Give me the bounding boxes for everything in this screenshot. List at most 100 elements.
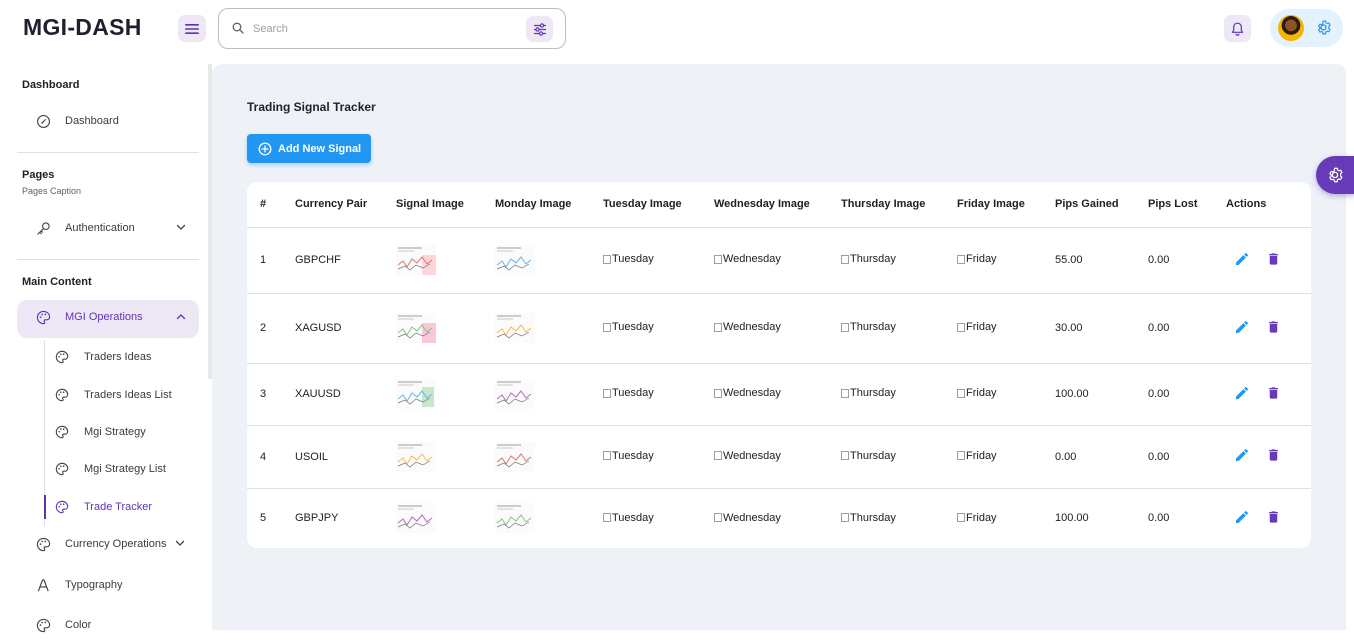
sidebar-item-mgi-operations[interactable]: MGI Operations — [17, 300, 199, 338]
search-filter-button[interactable] — [526, 16, 553, 42]
sidebar-item-typography[interactable]: Typography — [17, 568, 199, 604]
wednesday-image[interactable]: Wednesday — [714, 387, 781, 399]
notifications-button[interactable] — [1224, 15, 1251, 42]
edit-button[interactable] — [1234, 385, 1250, 401]
signal-image-thumbnail[interactable] — [396, 379, 436, 409]
palette-icon — [55, 350, 69, 364]
broken-image-icon — [603, 451, 611, 461]
tuesday-image[interactable]: Tuesday — [603, 387, 654, 399]
image-alt-text: Thursday — [850, 511, 896, 524]
delete-button[interactable] — [1266, 319, 1281, 335]
signal-image-thumbnail[interactable] — [396, 313, 436, 343]
image-alt-text: Wednesday — [723, 449, 781, 462]
monday-image-cell — [495, 293, 603, 364]
column-header: Wednesday Image — [714, 182, 841, 228]
delete-button[interactable] — [1266, 251, 1281, 267]
actions-cell — [1226, 363, 1311, 426]
friday-image[interactable]: Friday — [957, 512, 997, 524]
tuesday-image[interactable]: Tuesday — [603, 321, 654, 333]
edit-button[interactable] — [1234, 319, 1250, 335]
brand-logo[interactable]: MGI-DASH — [23, 14, 142, 41]
sidebar-item-label: Mgi Strategy — [84, 426, 146, 438]
sidebar-item-mgi-strategy[interactable]: Mgi Strategy — [45, 416, 199, 448]
column-header: Monday Image — [495, 182, 603, 228]
wednesday-image[interactable]: Wednesday — [714, 512, 781, 524]
monday-image-thumbnail[interactable] — [495, 503, 535, 534]
tuesday-image[interactable]: Tuesday — [603, 450, 654, 462]
profile-menu-button[interactable] — [1270, 9, 1343, 47]
friday-image-cell: Friday — [957, 227, 1055, 294]
sidebar-item-dashboard[interactable]: Dashboard — [17, 104, 199, 140]
monday-image-thumbnail[interactable] — [495, 441, 535, 472]
sidebar-item-traders-ideas[interactable]: Traders Ideas — [45, 341, 199, 373]
palette-icon — [55, 462, 69, 476]
friday-image[interactable]: Friday — [957, 253, 997, 265]
sidebar-item-label: MGI Operations — [65, 311, 143, 323]
monday-image-thumbnail[interactable] — [495, 245, 535, 275]
edit-button[interactable] — [1234, 447, 1250, 463]
broken-image-icon — [603, 322, 611, 332]
friday-image[interactable]: Friday — [957, 450, 997, 462]
tuesday-image[interactable]: Tuesday — [603, 512, 654, 524]
friday-image[interactable]: Friday — [957, 387, 997, 399]
signal-image-thumbnail[interactable] — [396, 441, 436, 472]
image-alt-text: Friday — [966, 253, 997, 266]
monday-image-thumbnail[interactable] — [495, 313, 535, 343]
wednesday-image[interactable]: Wednesday — [714, 450, 781, 462]
broken-image-icon — [714, 451, 722, 461]
broken-image-icon — [957, 513, 965, 522]
typography-icon — [37, 579, 49, 592]
sidebar-item-trade-tracker[interactable]: Trade Tracker — [45, 491, 199, 523]
tune-icon — [533, 22, 546, 36]
pencil-icon — [1236, 448, 1248, 461]
thursday-image[interactable]: Thursday — [841, 512, 896, 524]
friday-image[interactable]: Friday — [957, 321, 997, 333]
pips-gained: 30.00 — [1055, 293, 1148, 364]
palette-icon — [55, 425, 69, 439]
menu-toggle-button[interactable] — [178, 15, 206, 42]
thursday-image[interactable]: Thursday — [841, 253, 896, 265]
broken-image-icon — [714, 254, 722, 264]
sidebar-item-authentication[interactable]: Authentication — [17, 211, 199, 247]
delete-button[interactable] — [1266, 447, 1281, 463]
wednesday-image[interactable]: Wednesday — [714, 321, 781, 333]
palette-icon — [36, 618, 51, 633]
customize-settings-button[interactable] — [1316, 156, 1354, 194]
thursday-image[interactable]: Thursday — [841, 387, 896, 399]
sidebar-item-label: Traders Ideas List — [84, 389, 172, 401]
row-number: 4 — [247, 425, 295, 489]
wednesday-image[interactable]: Wednesday — [714, 253, 781, 265]
delete-button[interactable] — [1266, 385, 1281, 401]
broken-image-icon — [603, 513, 611, 522]
delete-button[interactable] — [1266, 509, 1281, 525]
row-number: 5 — [260, 512, 267, 525]
search-icon — [232, 22, 244, 34]
sidebar-item-label: Mgi Strategy List — [84, 463, 166, 475]
table-row: 1 GBPCHF Tuesday Wednesday Thursday Friday 55.… — [247, 227, 1311, 294]
signal-image-thumbnail[interactable] — [396, 245, 436, 275]
thursday-image[interactable]: Thursday — [841, 321, 896, 333]
edit-button[interactable] — [1234, 509, 1250, 525]
key-icon — [37, 222, 50, 235]
monday-image-thumbnail[interactable] — [495, 379, 535, 409]
wednesday-image-cell: Wednesday — [714, 293, 841, 364]
sidebar-item-mgi-strategy-list[interactable]: Mgi Strategy List — [45, 453, 199, 485]
monday-image-cell — [495, 227, 603, 294]
wednesday-image-cell: Wednesday — [714, 227, 841, 294]
sidebar-item-color[interactable]: Color — [17, 608, 199, 644]
pips-lost: 0.00 — [1148, 227, 1226, 294]
search-input[interactable] — [253, 18, 513, 40]
sidebar-item-currency-operations[interactable]: Currency Operations — [17, 527, 199, 563]
tuesday-image[interactable]: Tuesday — [603, 253, 654, 265]
thursday-image-cell: Thursday — [841, 488, 957, 548]
thursday-image[interactable]: Thursday — [841, 450, 896, 462]
image-alt-text: Thursday — [850, 449, 896, 462]
sidebar-item-traders-ideas-list[interactable]: Traders Ideas List — [45, 379, 199, 411]
column-header: Pips Lost — [1148, 182, 1226, 228]
sidebar-section-dashboard: Dashboard — [22, 79, 80, 91]
sidebar-item-label: Authentication — [65, 222, 135, 234]
actions-cell — [1226, 488, 1311, 548]
edit-button[interactable] — [1234, 251, 1250, 267]
add-signal-button[interactable]: Add New Signal — [247, 134, 371, 163]
signal-image-thumbnail[interactable] — [396, 503, 436, 534]
